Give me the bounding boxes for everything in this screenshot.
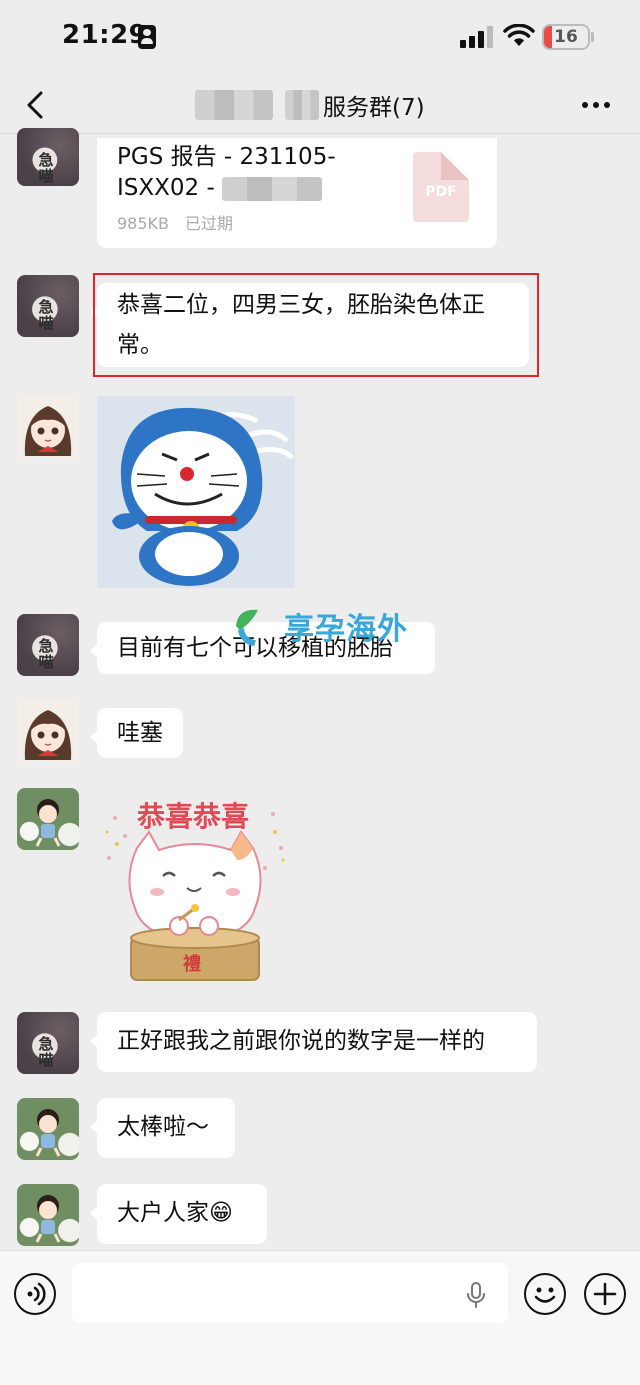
text-message[interactable]: 恭喜二位，四男三女，胚胎染色体正常。 bbox=[90, 283, 529, 367]
text-message[interactable]: 大户人家😁 bbox=[90, 1184, 267, 1244]
file-meta: 985KB 已过期 bbox=[117, 210, 233, 234]
text-message[interactable]: 太棒啦～ bbox=[90, 1098, 235, 1158]
avatar[interactable] bbox=[17, 700, 79, 762]
add-icon[interactable] bbox=[584, 1273, 626, 1315]
file-size: 985KB bbox=[117, 214, 170, 233]
avatar[interactable] bbox=[17, 788, 79, 850]
message-text: 正好跟我之前跟你说的数字是一样的 bbox=[117, 1028, 485, 1054]
file-status: 已过期 bbox=[185, 214, 234, 233]
message-text: 太棒啦～ bbox=[117, 1114, 209, 1140]
avatar[interactable]: 急喵 bbox=[17, 1012, 79, 1074]
girl-avatar-icon bbox=[24, 406, 72, 456]
redacted-text bbox=[285, 90, 319, 120]
battery-cap bbox=[591, 32, 594, 42]
file-name: PGS 报告 - 231105-ISXX02 - bbox=[117, 144, 336, 201]
chat-title-area[interactable]: 服务群(7) bbox=[195, 88, 425, 122]
wifi-icon bbox=[503, 24, 535, 46]
avatar[interactable]: 急喵 bbox=[17, 614, 79, 676]
text-message[interactable]: 正好跟我之前跟你说的数字是一样的 bbox=[90, 1012, 537, 1072]
emoji-icon[interactable] bbox=[524, 1273, 566, 1315]
message-input[interactable] bbox=[72, 1263, 508, 1323]
avatar[interactable]: 急喵 bbox=[17, 275, 79, 337]
chat-title: 服务群(7) bbox=[323, 95, 425, 121]
battery-level: 16 bbox=[554, 27, 578, 47]
text-message[interactable]: 哇塞 bbox=[90, 708, 183, 758]
redacted-text bbox=[195, 90, 273, 120]
input-bar bbox=[0, 1250, 640, 1385]
status-bar: 21:29 16 bbox=[0, 0, 640, 76]
message-text: 目前有七个可以移植的胚胎 bbox=[117, 635, 393, 661]
text-message[interactable]: 目前有七个可以移植的胚胎 bbox=[90, 622, 435, 674]
back-chevron-icon[interactable] bbox=[20, 88, 54, 122]
message-text: 恭喜二位，四男三女，胚胎染色体正常。 bbox=[117, 292, 485, 358]
voice-icon[interactable] bbox=[14, 1273, 56, 1315]
congrats-cat-sticker[interactable]: 恭喜恭喜 禮 bbox=[97, 788, 293, 984]
girl-avatar-icon bbox=[24, 710, 72, 760]
message-text: 大户人家😁 bbox=[117, 1200, 233, 1226]
file-message[interactable]: PGS 报告 - 231105-ISXX02 - 985KB 已过期 PDF bbox=[97, 138, 497, 248]
doraemon-sticker[interactable] bbox=[97, 396, 295, 588]
chat-header: 服务群(7) bbox=[0, 76, 640, 134]
cellular-signal-icon bbox=[460, 26, 494, 48]
avatar-text: 急喵 bbox=[38, 151, 54, 185]
avatar[interactable] bbox=[17, 1184, 79, 1246]
contact-card-icon bbox=[138, 25, 156, 49]
girl-avatar-icon bbox=[35, 1195, 61, 1243]
girl-avatar-icon bbox=[35, 1109, 61, 1157]
battery-icon: 16 bbox=[542, 24, 590, 50]
pdf-file-icon: PDF bbox=[413, 152, 469, 222]
sticker-subtext: 禮 bbox=[183, 953, 201, 975]
more-options-icon[interactable] bbox=[582, 102, 610, 108]
avatar[interactable] bbox=[17, 1098, 79, 1160]
redacted-text bbox=[222, 176, 323, 201]
avatar[interactable]: 急喵 bbox=[17, 128, 79, 186]
status-time: 21:29 bbox=[62, 20, 148, 50]
microphone-icon[interactable] bbox=[466, 1281, 486, 1309]
message-text: 哇塞 bbox=[117, 720, 163, 746]
sticker-text: 恭喜恭喜 bbox=[136, 800, 249, 833]
avatar[interactable] bbox=[17, 396, 79, 458]
girl-avatar-icon bbox=[35, 799, 61, 847]
